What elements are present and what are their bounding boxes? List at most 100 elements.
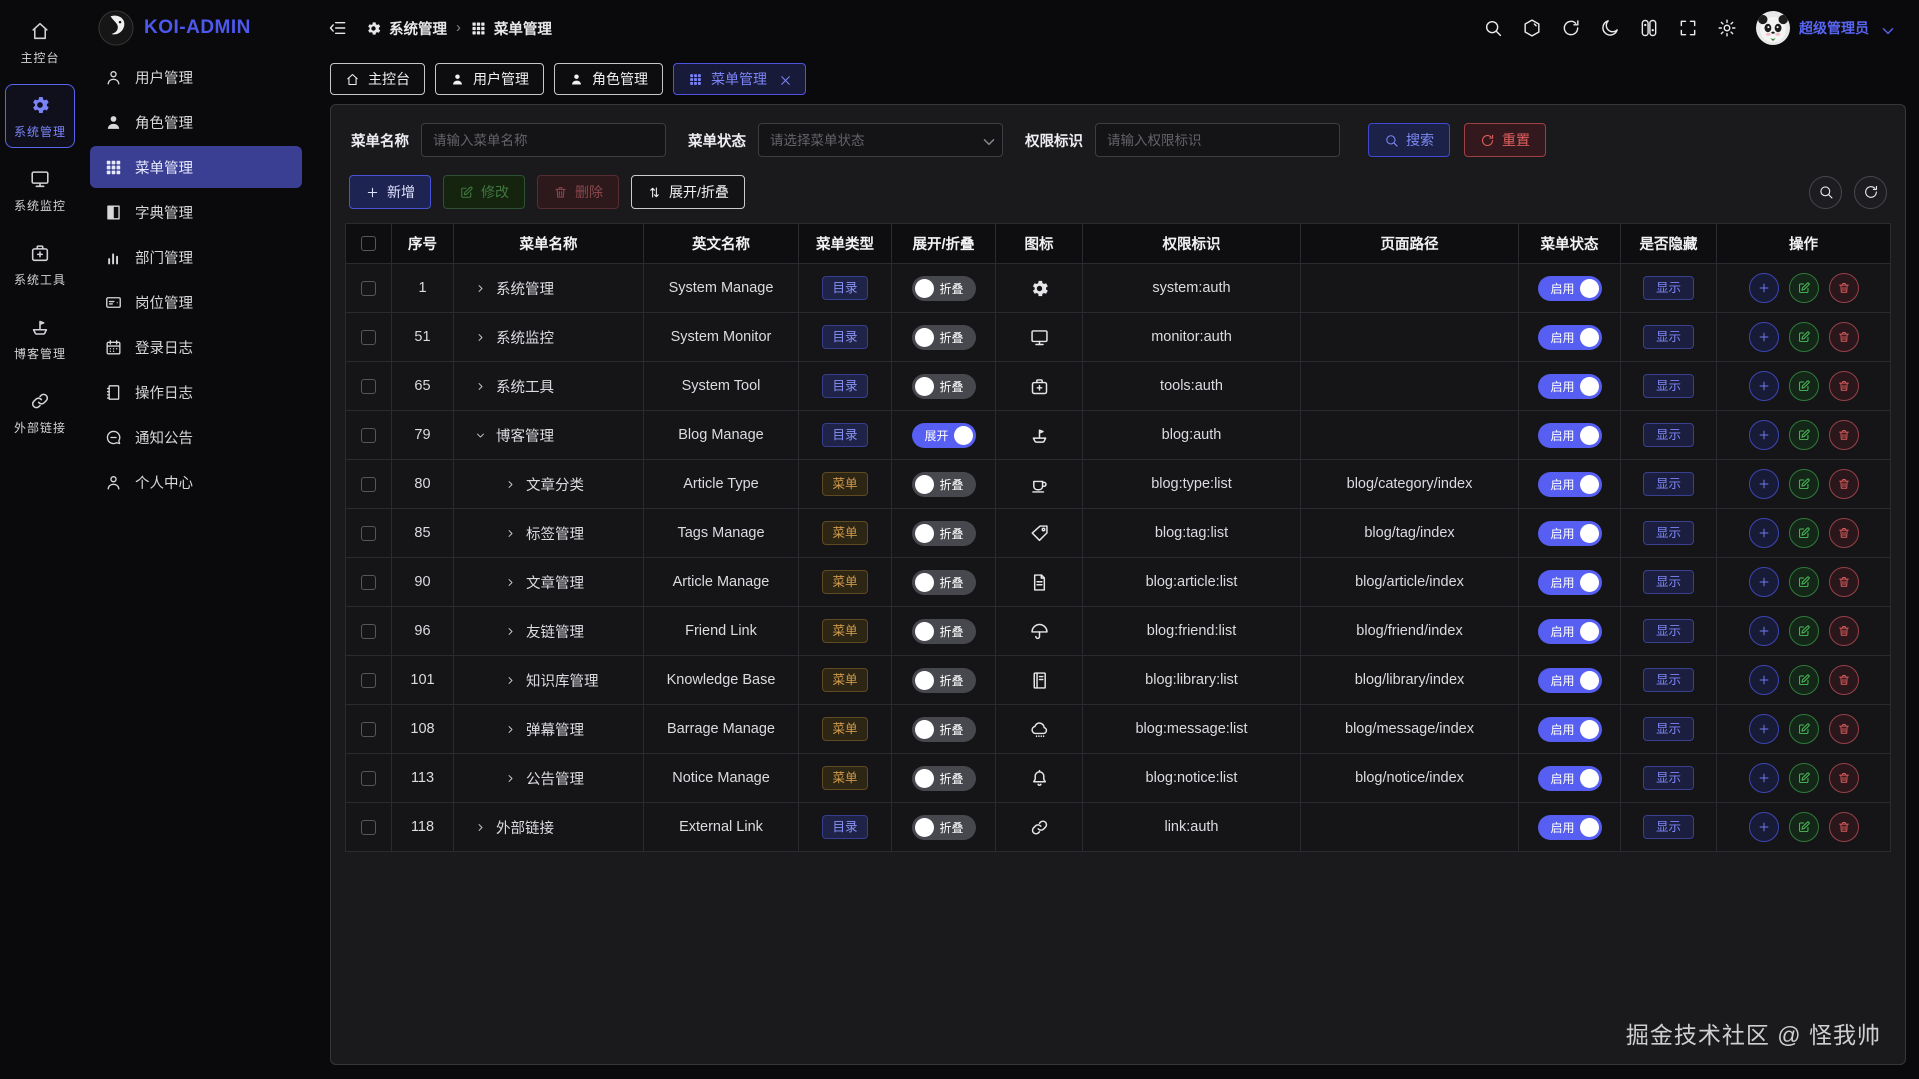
add-child-button[interactable]	[1749, 665, 1779, 695]
permission-input[interactable]	[1095, 123, 1340, 157]
table-search-button[interactable]	[1809, 176, 1842, 209]
tab-users[interactable]: 用户管理	[435, 63, 544, 95]
delete-button[interactable]: 删除	[537, 175, 619, 209]
settings-button[interactable]	[1717, 18, 1737, 38]
tree-toggle[interactable]	[504, 527, 517, 540]
status-toggle[interactable]: 启用	[1538, 717, 1602, 742]
search-button[interactable]: 搜索	[1368, 123, 1450, 157]
delete-row-button[interactable]	[1829, 616, 1859, 646]
tab-close-icon[interactable]	[778, 73, 791, 86]
table-refresh-button[interactable]	[1854, 176, 1887, 209]
tree-toggle[interactable]	[504, 674, 517, 687]
row-checkbox[interactable]	[361, 330, 376, 345]
row-checkbox[interactable]	[361, 379, 376, 394]
row-checkbox[interactable]	[361, 771, 376, 786]
sidebar-item-notice[interactable]: 通知公告	[90, 416, 302, 458]
sidebar-item-dept[interactable]: 部门管理	[90, 236, 302, 278]
edit-row-button[interactable]	[1789, 567, 1819, 597]
delete-row-button[interactable]	[1829, 665, 1859, 695]
breadcrumb-item[interactable]: 菜单管理	[470, 18, 552, 39]
row-checkbox[interactable]	[361, 281, 376, 296]
edit-row-button[interactable]	[1789, 518, 1819, 548]
rail-item-system[interactable]: 系统管理	[5, 84, 75, 148]
row-checkbox[interactable]	[361, 722, 376, 737]
fold-toggle[interactable]: 折叠	[912, 570, 976, 595]
add-button[interactable]: 新增	[349, 175, 431, 209]
delete-row-button[interactable]	[1829, 371, 1859, 401]
fold-toggle[interactable]: 折叠	[912, 472, 976, 497]
tree-toggle[interactable]	[504, 576, 517, 589]
row-checkbox[interactable]	[361, 428, 376, 443]
theme-switch-button[interactable]	[1639, 18, 1659, 38]
edit-row-button[interactable]	[1789, 763, 1819, 793]
dark-mode-button[interactable]	[1600, 18, 1620, 38]
sidebar-item-roles[interactable]: 角色管理	[90, 101, 302, 143]
delete-row-button[interactable]	[1829, 567, 1859, 597]
fold-toggle[interactable]: 折叠	[912, 815, 976, 840]
rail-item-external[interactable]: 外部链接	[5, 380, 75, 444]
edit-row-button[interactable]	[1789, 812, 1819, 842]
delete-row-button[interactable]	[1829, 714, 1859, 744]
row-checkbox[interactable]	[361, 624, 376, 639]
tree-toggle[interactable]	[474, 331, 487, 344]
user-menu[interactable]: 超级管理员	[1756, 11, 1893, 45]
tree-toggle[interactable]	[474, 429, 487, 442]
status-toggle[interactable]: 启用	[1538, 472, 1602, 497]
status-toggle[interactable]: 启用	[1538, 570, 1602, 595]
add-child-button[interactable]	[1749, 616, 1779, 646]
status-toggle[interactable]: 启用	[1538, 815, 1602, 840]
delete-row-button[interactable]	[1829, 812, 1859, 842]
row-checkbox[interactable]	[361, 477, 376, 492]
add-child-button[interactable]	[1749, 273, 1779, 303]
fold-toggle[interactable]: 折叠	[912, 619, 976, 644]
sidebar-item-post[interactable]: 岗位管理	[90, 281, 302, 323]
add-child-button[interactable]	[1749, 322, 1779, 352]
edit-row-button[interactable]	[1789, 371, 1819, 401]
sidebar-item-login-log[interactable]: 登录日志	[90, 326, 302, 368]
tree-toggle[interactable]	[474, 380, 487, 393]
row-checkbox[interactable]	[361, 526, 376, 541]
fold-toggle[interactable]: 折叠	[912, 521, 976, 546]
expand-collapse-button[interactable]: 展开/折叠	[631, 175, 745, 209]
sidebar-item-dict[interactable]: 字典管理	[90, 191, 302, 233]
row-checkbox[interactable]	[361, 575, 376, 590]
fold-toggle[interactable]: 折叠	[912, 668, 976, 693]
delete-row-button[interactable]	[1829, 420, 1859, 450]
tab-roles[interactable]: 角色管理	[554, 63, 663, 95]
edit-row-button[interactable]	[1789, 616, 1819, 646]
edit-row-button[interactable]	[1789, 420, 1819, 450]
add-child-button[interactable]	[1749, 469, 1779, 499]
add-child-button[interactable]	[1749, 518, 1779, 548]
rail-item-monitor[interactable]: 系统监控	[5, 158, 75, 222]
hexagon-edit-button[interactable]	[1522, 18, 1542, 38]
menu-fold-icon[interactable]	[328, 18, 349, 39]
add-child-button[interactable]	[1749, 812, 1779, 842]
delete-row-button[interactable]	[1829, 518, 1859, 548]
delete-row-button[interactable]	[1829, 322, 1859, 352]
add-child-button[interactable]	[1749, 567, 1779, 597]
add-child-button[interactable]	[1749, 371, 1779, 401]
rail-item-dashboard[interactable]: 主控台	[5, 10, 75, 74]
status-toggle[interactable]: 启用	[1538, 423, 1602, 448]
fold-toggle[interactable]: 折叠	[912, 325, 976, 350]
status-toggle[interactable]: 启用	[1538, 668, 1602, 693]
status-toggle[interactable]: 启用	[1538, 619, 1602, 644]
row-checkbox[interactable]	[361, 673, 376, 688]
status-toggle[interactable]: 启用	[1538, 325, 1602, 350]
menu-status-select[interactable]	[758, 123, 1003, 157]
breadcrumb-item[interactable]: 系统管理	[365, 18, 447, 39]
row-checkbox[interactable]	[361, 820, 376, 835]
add-child-button[interactable]	[1749, 763, 1779, 793]
add-child-button[interactable]	[1749, 714, 1779, 744]
search-button[interactable]	[1483, 18, 1503, 38]
tree-toggle[interactable]	[474, 282, 487, 295]
status-toggle[interactable]: 启用	[1538, 374, 1602, 399]
delete-row-button[interactable]	[1829, 763, 1859, 793]
status-toggle[interactable]: 启用	[1538, 276, 1602, 301]
tree-toggle[interactable]	[504, 625, 517, 638]
delete-row-button[interactable]	[1829, 273, 1859, 303]
rail-item-tools[interactable]: 系统工具	[5, 232, 75, 296]
tree-toggle[interactable]	[504, 772, 517, 785]
reset-button[interactable]: 重置	[1464, 123, 1546, 157]
tab-dashboard[interactable]: 主控台	[330, 63, 425, 95]
